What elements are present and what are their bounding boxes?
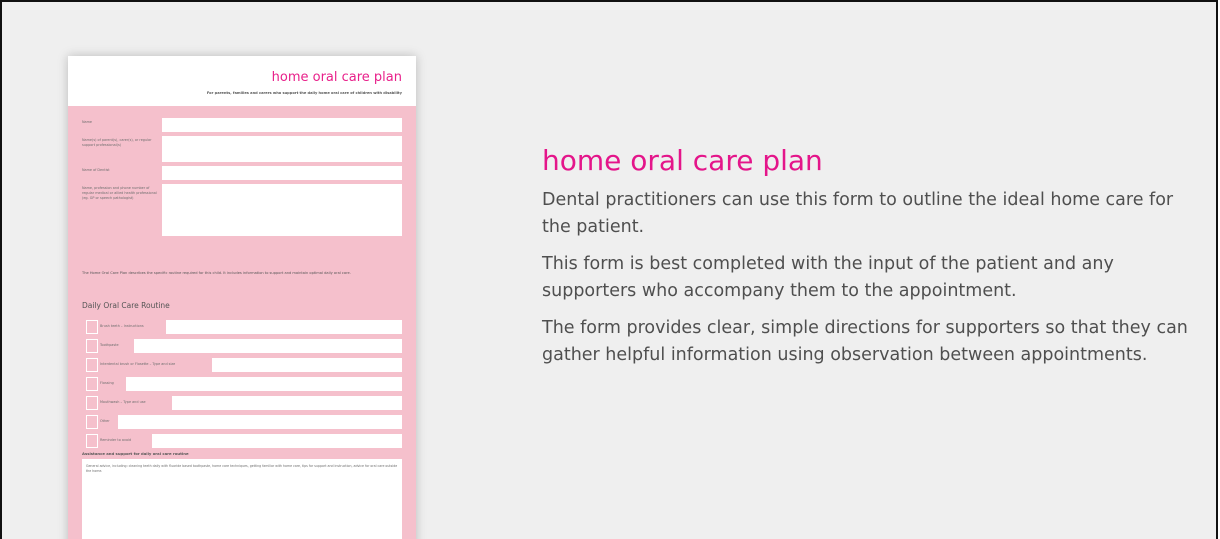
routine-item-box bbox=[126, 377, 402, 391]
form-field-row: Name bbox=[82, 118, 402, 132]
routine-item-label: Reminder to avoid bbox=[100, 438, 132, 442]
form-field-label: Name, profession and phone number of reg… bbox=[82, 186, 157, 200]
routine-item-row: Toothpaste bbox=[82, 339, 402, 353]
routine-item-label: Interdental brush or Flosette – Type and… bbox=[100, 362, 176, 366]
form-field-row: Name(s) of parent(s), carer(s), or regul… bbox=[82, 136, 402, 162]
description-panel: home oral care plan Dental practitioners… bbox=[542, 144, 1202, 379]
form-thumbnail: home oral care plan For parents, familie… bbox=[68, 56, 416, 539]
routine-checkbox bbox=[86, 396, 98, 410]
form-assistance-heading: Assistance and support for daily oral ca… bbox=[82, 451, 189, 456]
form-field-label: Name bbox=[82, 120, 93, 124]
routine-item-label: Toothpaste bbox=[100, 343, 119, 347]
form-subtitle: For parents, families and carers who sup… bbox=[206, 91, 402, 95]
form-routine-heading: Daily Oral Care Routine bbox=[82, 301, 170, 310]
routine-item-box bbox=[172, 396, 402, 410]
form-field-row: Name of Dentist bbox=[82, 166, 402, 180]
routine-item-row: Flossing bbox=[82, 377, 402, 391]
routine-checkbox bbox=[86, 377, 98, 391]
page-title: home oral care plan bbox=[542, 144, 823, 177]
page-frame: home oral care plan For parents, familie… bbox=[0, 0, 1218, 539]
routine-item-box bbox=[212, 358, 402, 372]
form-field-box bbox=[162, 166, 402, 180]
routine-item-row: Mouthwash – Type and use bbox=[82, 396, 402, 410]
routine-item-row: Interdental brush or Flosette – Type and… bbox=[82, 358, 402, 372]
routine-item-row: Reminder to avoid bbox=[82, 434, 402, 448]
form-field-box bbox=[162, 118, 402, 132]
form-title: home oral care plan bbox=[271, 70, 402, 85]
routine-item-label: Mouthwash – Type and use bbox=[100, 400, 146, 404]
form-note: The Home Oral Care Plan describes the sp… bbox=[82, 271, 351, 275]
routine-checkbox bbox=[86, 320, 98, 334]
routine-checkbox bbox=[86, 415, 98, 429]
routine-item-box bbox=[118, 415, 402, 429]
routine-item-row: Brush teeth – Instructions bbox=[82, 320, 402, 334]
routine-item-label: Flossing bbox=[100, 381, 114, 385]
routine-checkbox bbox=[86, 358, 98, 372]
description-paragraph: The form provides clear, simple directio… bbox=[542, 318, 1188, 365]
routine-item-row: Other bbox=[82, 415, 402, 429]
routine-item-label: Other bbox=[100, 419, 110, 423]
description-paragraph: Dental practitioners can use this form t… bbox=[542, 190, 1174, 237]
routine-item-box bbox=[134, 339, 402, 353]
routine-item-box bbox=[152, 434, 402, 448]
form-field-row: Name, profession and phone number of reg… bbox=[82, 184, 402, 236]
description-paragraph: This form is best completed with the inp… bbox=[542, 254, 1114, 301]
form-assistance-text: General advice, including: cleaning teet… bbox=[86, 464, 398, 473]
routine-item-box bbox=[166, 320, 402, 334]
form-field-label: Name of Dentist bbox=[82, 168, 110, 172]
form-field-box bbox=[162, 136, 402, 162]
routine-checkbox bbox=[86, 434, 98, 448]
form-field-box bbox=[162, 184, 402, 236]
form-header: home oral care plan For parents, familie… bbox=[68, 56, 416, 106]
routine-item-label: Brush teeth – Instructions bbox=[100, 324, 144, 328]
form-assistance-box: General advice, including: cleaning teet… bbox=[82, 459, 402, 539]
form-field-label: Name(s) of parent(s), carer(s), or regul… bbox=[82, 138, 152, 147]
routine-checkbox bbox=[86, 339, 98, 353]
